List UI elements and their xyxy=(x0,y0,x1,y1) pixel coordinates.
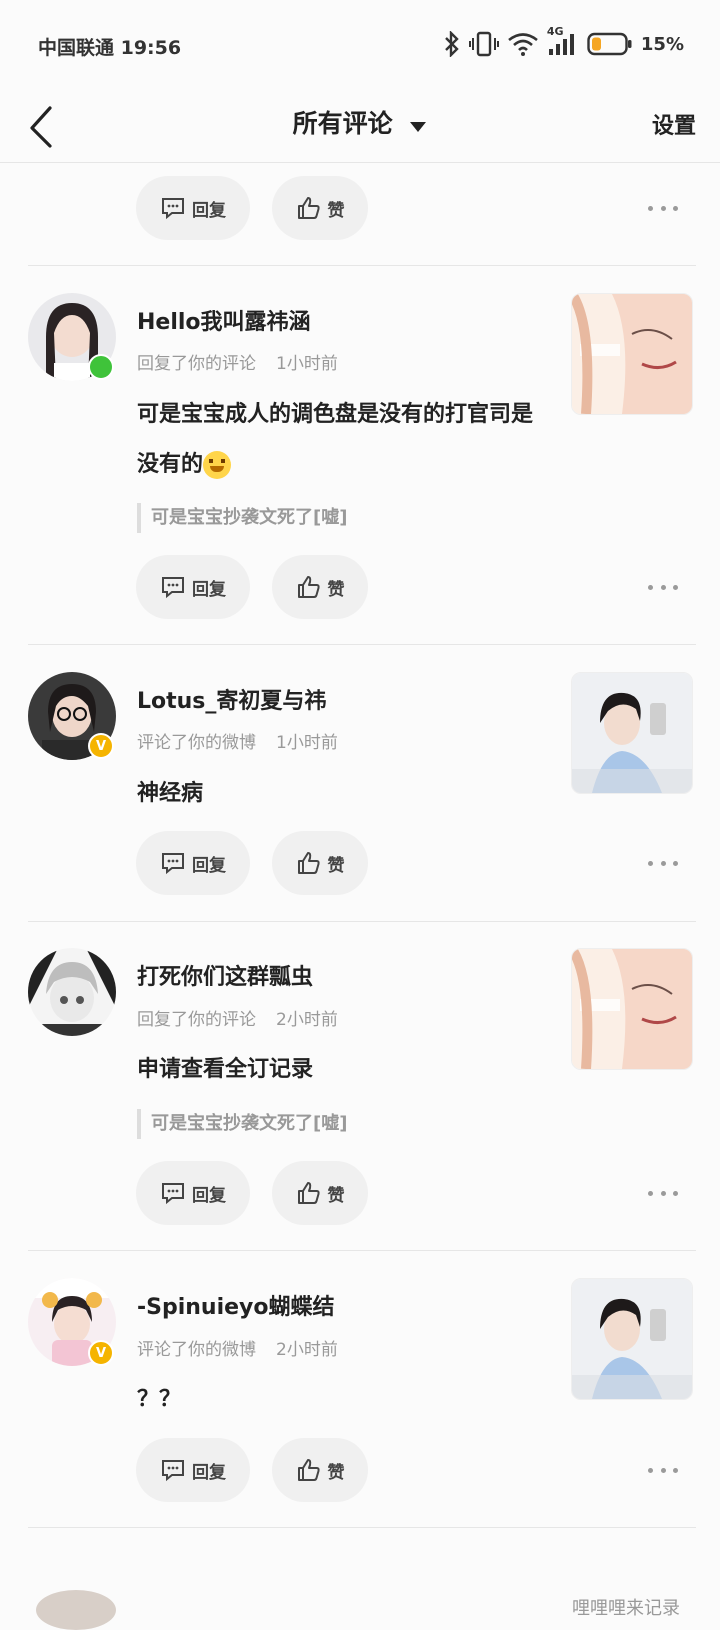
reply-button[interactable]: 回复 xyxy=(136,1438,250,1502)
thumbs-up-icon xyxy=(297,197,320,219)
like-button[interactable]: 赞 xyxy=(272,1161,368,1225)
emoji-icon xyxy=(203,451,232,479)
comment-preview-text: 哩哩哩来记录 xyxy=(572,1598,680,1619)
comment-time: 1小时前 xyxy=(276,354,338,374)
thumbs-up-icon xyxy=(297,1459,320,1481)
like-label: 赞 xyxy=(327,855,345,876)
divider xyxy=(28,265,696,266)
quoted-comment[interactable]: 可是宝宝抄袭文死了[嘘] xyxy=(137,1109,347,1139)
more-options-button[interactable] xyxy=(648,1456,678,1484)
page-title: 所有评论 xyxy=(292,109,393,138)
thumbs-up-icon xyxy=(297,852,320,874)
comment-icon xyxy=(162,1460,184,1482)
thumbs-up-icon xyxy=(297,576,320,598)
comment-meta: 评论了你的微博 2小时前 xyxy=(137,1335,338,1360)
comment-action: 回复了你的评论 xyxy=(137,354,256,374)
like-button[interactable]: 赞 xyxy=(272,176,368,240)
divider xyxy=(28,1250,696,1251)
battery-icon xyxy=(587,31,633,57)
wifi-icon xyxy=(507,31,539,57)
comment-time: 2小时前 xyxy=(276,1340,338,1360)
more-options-button[interactable] xyxy=(648,573,678,601)
battery-percent: 15% xyxy=(640,33,684,55)
avatar[interactable] xyxy=(36,1590,116,1630)
divider xyxy=(28,921,696,922)
caret-down-icon xyxy=(409,111,427,140)
thumbs-up-icon xyxy=(297,1182,320,1204)
reply-label: 回复 xyxy=(192,200,226,221)
comment-action: 回复了你的评论 xyxy=(137,1010,256,1030)
comment-icon xyxy=(162,198,184,220)
reply-label: 回复 xyxy=(192,579,226,600)
comment-username[interactable]: 打死你们这群瓢虫 xyxy=(137,959,313,991)
reply-label: 回复 xyxy=(192,855,226,876)
network-type: 4G xyxy=(546,25,564,38)
filter-dropdown[interactable]: 所有评论 xyxy=(0,104,720,140)
comment-icon xyxy=(162,577,184,599)
comment-username[interactable]: -Spinuieyo蝴蝶结 xyxy=(137,1289,335,1321)
like-label: 赞 xyxy=(327,1462,345,1483)
verified-badge-icon: V xyxy=(88,1340,114,1366)
comment-content[interactable]: 可是宝宝成人的调色盘是没有的打官司是没有的 xyxy=(137,390,537,490)
online-status-dot xyxy=(88,354,114,380)
comment-content[interactable]: ？？ xyxy=(137,1375,537,1425)
settings-button[interactable]: 设置 xyxy=(652,108,696,140)
comment-time: 2小时前 xyxy=(276,1010,338,1030)
carrier-time: 中国联通 19:56 xyxy=(38,37,182,59)
like-label: 赞 xyxy=(327,200,345,221)
comment-meta: 评论了你的微博 1小时前 xyxy=(137,728,338,753)
like-label: 赞 xyxy=(327,1185,345,1206)
comment-content[interactable]: 神经病 xyxy=(137,769,537,819)
like-button[interactable]: 赞 xyxy=(272,1438,368,1502)
reply-label: 回复 xyxy=(192,1462,226,1483)
status-bar: 中国联通 19:56 4G 15% xyxy=(0,0,720,90)
more-options-button[interactable] xyxy=(648,1179,678,1207)
comment-text: 可是宝宝成人的调色盘是没有的打官司是没有的 xyxy=(137,402,534,477)
post-thumbnail[interactable] xyxy=(571,293,693,415)
like-label: 赞 xyxy=(327,579,345,600)
post-thumbnail[interactable] xyxy=(571,672,693,794)
status-icons: 4G 15% xyxy=(443,25,684,60)
divider xyxy=(28,1527,696,1528)
post-thumbnail[interactable] xyxy=(571,1278,693,1400)
comment-icon xyxy=(162,1183,184,1205)
post-thumbnail[interactable] xyxy=(571,948,693,1070)
comment-meta: 回复了你的评论 1小时前 xyxy=(137,349,338,374)
reply-button[interactable]: 回复 xyxy=(136,176,250,240)
more-options-button[interactable] xyxy=(648,194,678,222)
signal-icon: 4G xyxy=(547,25,579,57)
avatar[interactable] xyxy=(28,948,116,1036)
reply-button[interactable]: 回复 xyxy=(136,1161,250,1225)
comment-meta: 回复了你的评论 2小时前 xyxy=(137,1005,338,1030)
verified-badge-icon: V xyxy=(88,733,114,759)
comment-action: 评论了你的微博 xyxy=(137,733,256,753)
comment-icon xyxy=(162,853,184,875)
more-options-button[interactable] xyxy=(648,849,678,877)
nav-bar: 所有评论 设置 xyxy=(0,90,720,163)
divider xyxy=(28,644,696,645)
quoted-comment[interactable]: 可是宝宝抄袭文死了[嘘] xyxy=(137,503,347,533)
comment-action: 评论了你的微博 xyxy=(137,1340,256,1360)
reply-button[interactable]: 回复 xyxy=(136,555,250,619)
like-button[interactable]: 赞 xyxy=(272,555,368,619)
vibrate-icon xyxy=(468,31,499,57)
reply-button[interactable]: 回复 xyxy=(136,831,250,895)
like-button[interactable]: 赞 xyxy=(272,831,368,895)
comment-content[interactable]: 申请查看全订记录 xyxy=(137,1045,537,1095)
comment-username[interactable]: Hello我叫露祎涵 xyxy=(137,304,311,336)
bluetooth-icon xyxy=(443,31,461,57)
comment-time: 1小时前 xyxy=(276,733,338,753)
reply-label: 回复 xyxy=(192,1185,226,1206)
comment-username[interactable]: Lotus_寄初夏与祎 xyxy=(137,683,326,715)
